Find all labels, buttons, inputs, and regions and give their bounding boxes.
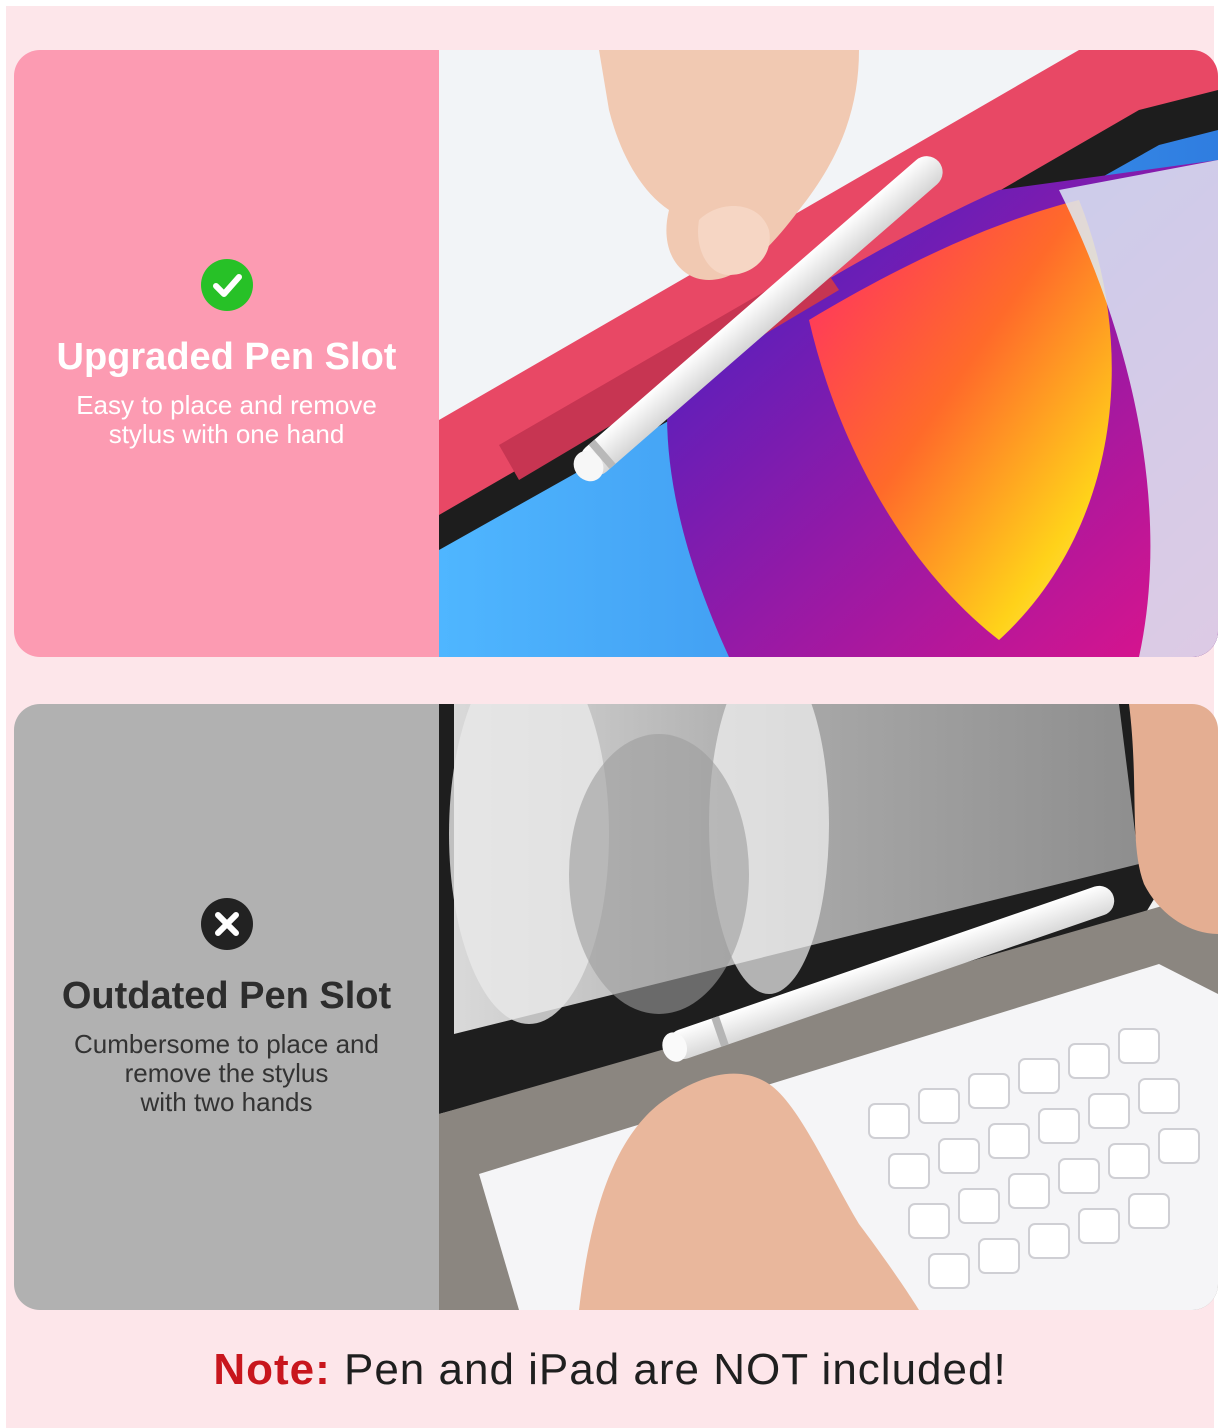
- upgraded-heading: Upgraded Pen Slot: [56, 335, 397, 378]
- upgraded-description: Easy to place and remove stylus with one…: [76, 389, 377, 449]
- outdated-pen-slot-panel: Outdated Pen Slot Cumbersome to place an…: [14, 704, 1218, 1310]
- check-icon: [200, 258, 253, 311]
- outdated-description: Cumbersome to place and remove the stylu…: [74, 1028, 379, 1117]
- outdated-pen-slot-text: Outdated Pen Slot Cumbersome to place an…: [14, 704, 439, 1310]
- upgraded-pen-slot-photo: [439, 50, 1218, 657]
- note-text: Pen and iPad are NOT included!: [343, 1345, 1007, 1394]
- x-icon: [200, 897, 253, 950]
- outdated-heading: Outdated Pen Slot: [61, 974, 392, 1017]
- upgraded-pen-slot-text: Upgraded Pen Slot Easy to place and remo…: [14, 50, 439, 657]
- disclaimer-note: Note: Pen and iPad are NOT included!: [0, 1340, 1220, 1400]
- outdated-pen-slot-photo: [439, 704, 1218, 1310]
- note-label: Note:: [213, 1345, 331, 1394]
- upgraded-pen-slot-panel: Upgraded Pen Slot Easy to place and remo…: [14, 50, 1218, 657]
